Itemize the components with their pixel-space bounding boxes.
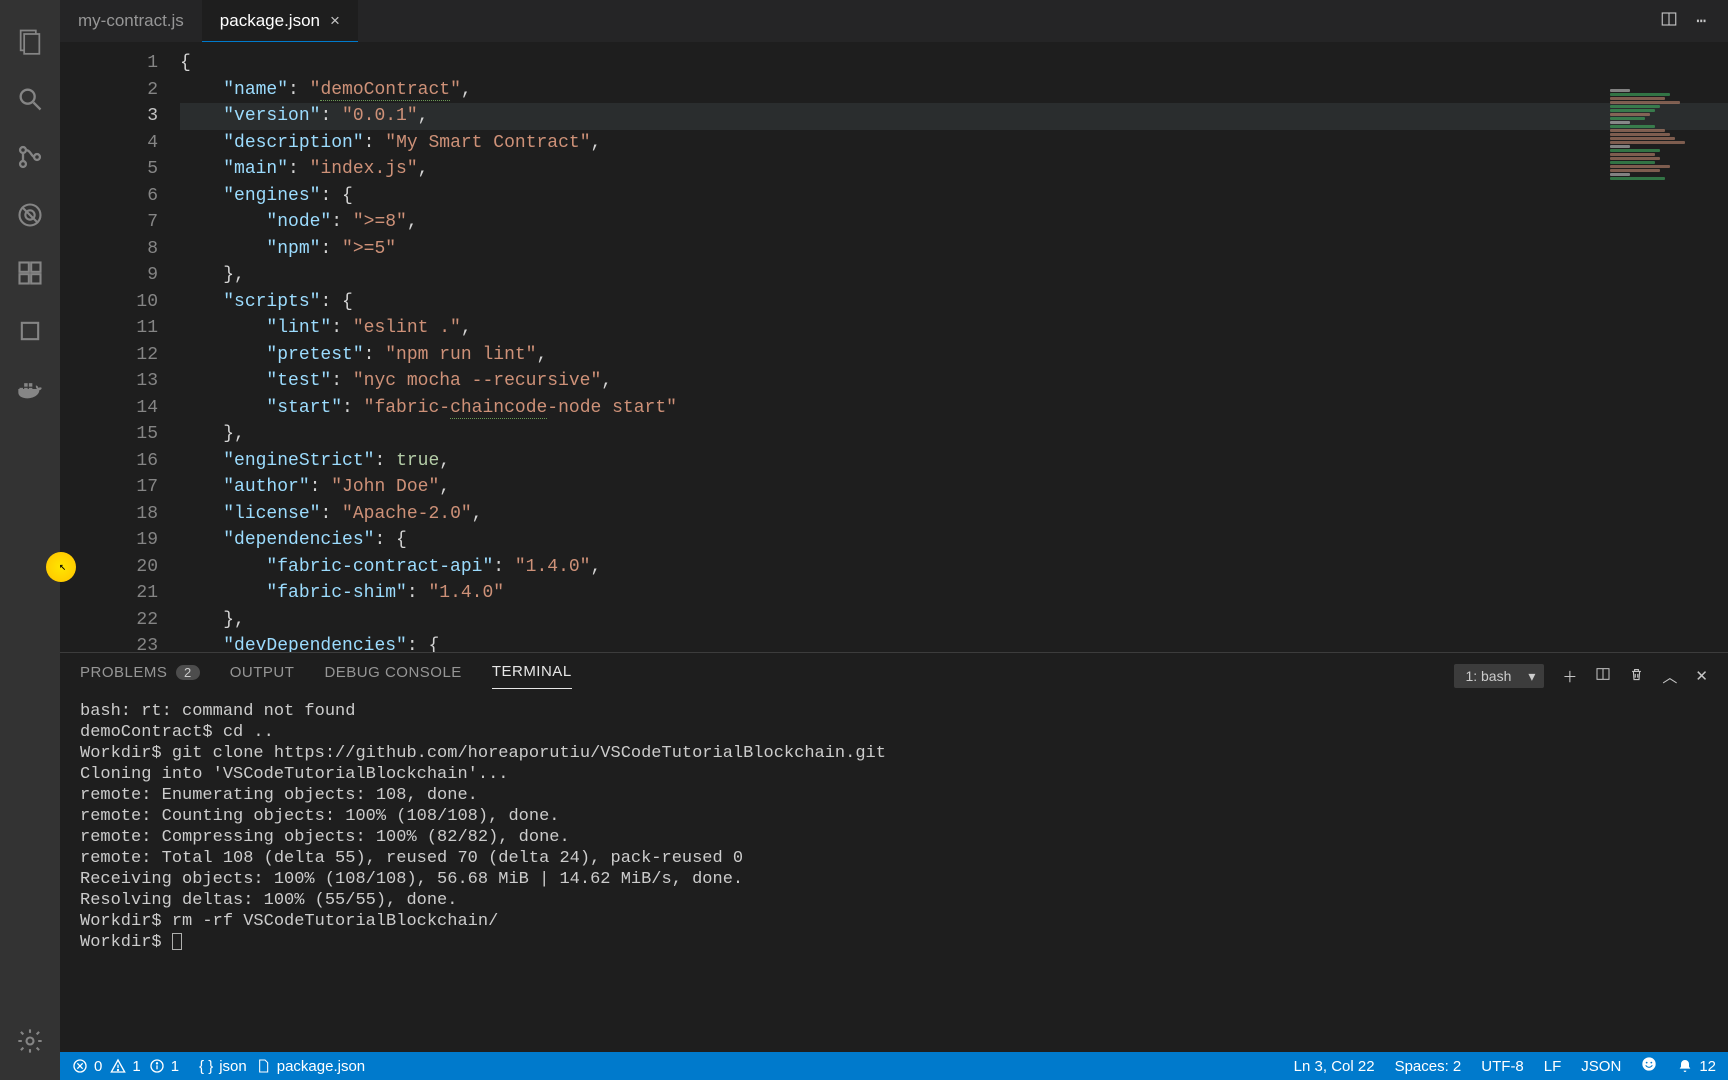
explorer-icon[interactable] xyxy=(0,12,60,70)
status-bar: 0 1 1 { } json package.json Ln 3, Col 22… xyxy=(60,1052,1728,1080)
split-editor-icon[interactable] xyxy=(1660,10,1678,33)
bottom-panel: PROBLEMS 2 OUTPUT DEBUG CONSOLE TERMINAL… xyxy=(60,652,1728,1052)
maximize-panel-icon[interactable]: ︿ xyxy=(1662,666,1677,687)
status-cursor-pos[interactable]: Ln 3, Col 22 xyxy=(1294,1058,1375,1075)
status-errors[interactable]: 0 xyxy=(72,1058,102,1075)
new-terminal-icon[interactable]: ＋ xyxy=(1562,666,1577,687)
debug-icon[interactable] xyxy=(0,186,60,244)
problems-badge: 2 xyxy=(176,665,200,680)
feedback-icon[interactable] xyxy=(1641,1056,1657,1076)
tab-package-json[interactable]: package.json × xyxy=(202,0,358,42)
status-indent[interactable]: Spaces: 2 xyxy=(1395,1058,1462,1075)
minimap[interactable] xyxy=(1608,88,1728,268)
blockchain-icon[interactable] xyxy=(0,302,60,360)
code-content[interactable]: { "name": "demoContract", "version": "0.… xyxy=(180,42,1728,652)
panel-tab-problems[interactable]: PROBLEMS 2 xyxy=(80,664,200,689)
close-panel-icon[interactable]: ✕ xyxy=(1695,667,1708,685)
notifications-icon[interactable]: 12 xyxy=(1677,1058,1716,1075)
tab-label: package.json xyxy=(220,11,320,31)
panel-tab-debug[interactable]: DEBUG CONSOLE xyxy=(324,664,461,689)
status-json-schema[interactable]: { } json xyxy=(199,1058,247,1075)
source-control-icon[interactable] xyxy=(0,128,60,186)
status-info[interactable]: 1 xyxy=(149,1058,179,1075)
panel-tab-terminal[interactable]: TERMINAL xyxy=(492,663,572,689)
close-icon[interactable]: × xyxy=(330,11,340,31)
status-encoding[interactable]: UTF-8 xyxy=(1481,1058,1524,1075)
status-warnings[interactable]: 1 xyxy=(110,1058,140,1075)
status-eol[interactable]: LF xyxy=(1544,1058,1562,1075)
more-icon[interactable]: ⋯ xyxy=(1696,11,1706,31)
status-language[interactable]: JSON xyxy=(1581,1058,1621,1075)
code-editor[interactable]: 1234567891011121314151617181920212223 { … xyxy=(60,42,1728,652)
terminal-content[interactable]: bash: rt: command not founddemoContract$… xyxy=(60,689,1728,1052)
docker-icon[interactable] xyxy=(0,360,60,418)
tab-label: my-contract.js xyxy=(78,11,184,31)
search-icon[interactable] xyxy=(0,70,60,128)
panel-actions: 1: bash ＋ ︿ ✕ xyxy=(1454,664,1708,688)
activity-bar xyxy=(0,0,60,1080)
main-area: my-contract.js package.json × ⋯ 123456789… xyxy=(60,0,1728,1080)
status-file[interactable]: package.json xyxy=(255,1058,365,1075)
tab-my-contract[interactable]: my-contract.js xyxy=(60,0,202,42)
line-numbers: 1234567891011121314151617181920212223 xyxy=(60,42,180,652)
cursor-highlight xyxy=(46,552,76,582)
extensions-icon[interactable] xyxy=(0,244,60,302)
panel-tabs: PROBLEMS 2 OUTPUT DEBUG CONSOLE TERMINAL… xyxy=(60,653,1728,689)
editor-actions: ⋯ xyxy=(1660,0,1728,42)
panel-tab-output[interactable]: OUTPUT xyxy=(230,664,295,689)
split-terminal-icon[interactable] xyxy=(1595,666,1611,686)
kill-terminal-icon[interactable] xyxy=(1629,667,1644,686)
terminal-selector[interactable]: 1: bash xyxy=(1454,664,1544,688)
settings-gear-icon[interactable] xyxy=(0,1012,60,1070)
editor-tabs: my-contract.js package.json × ⋯ xyxy=(60,0,1728,42)
